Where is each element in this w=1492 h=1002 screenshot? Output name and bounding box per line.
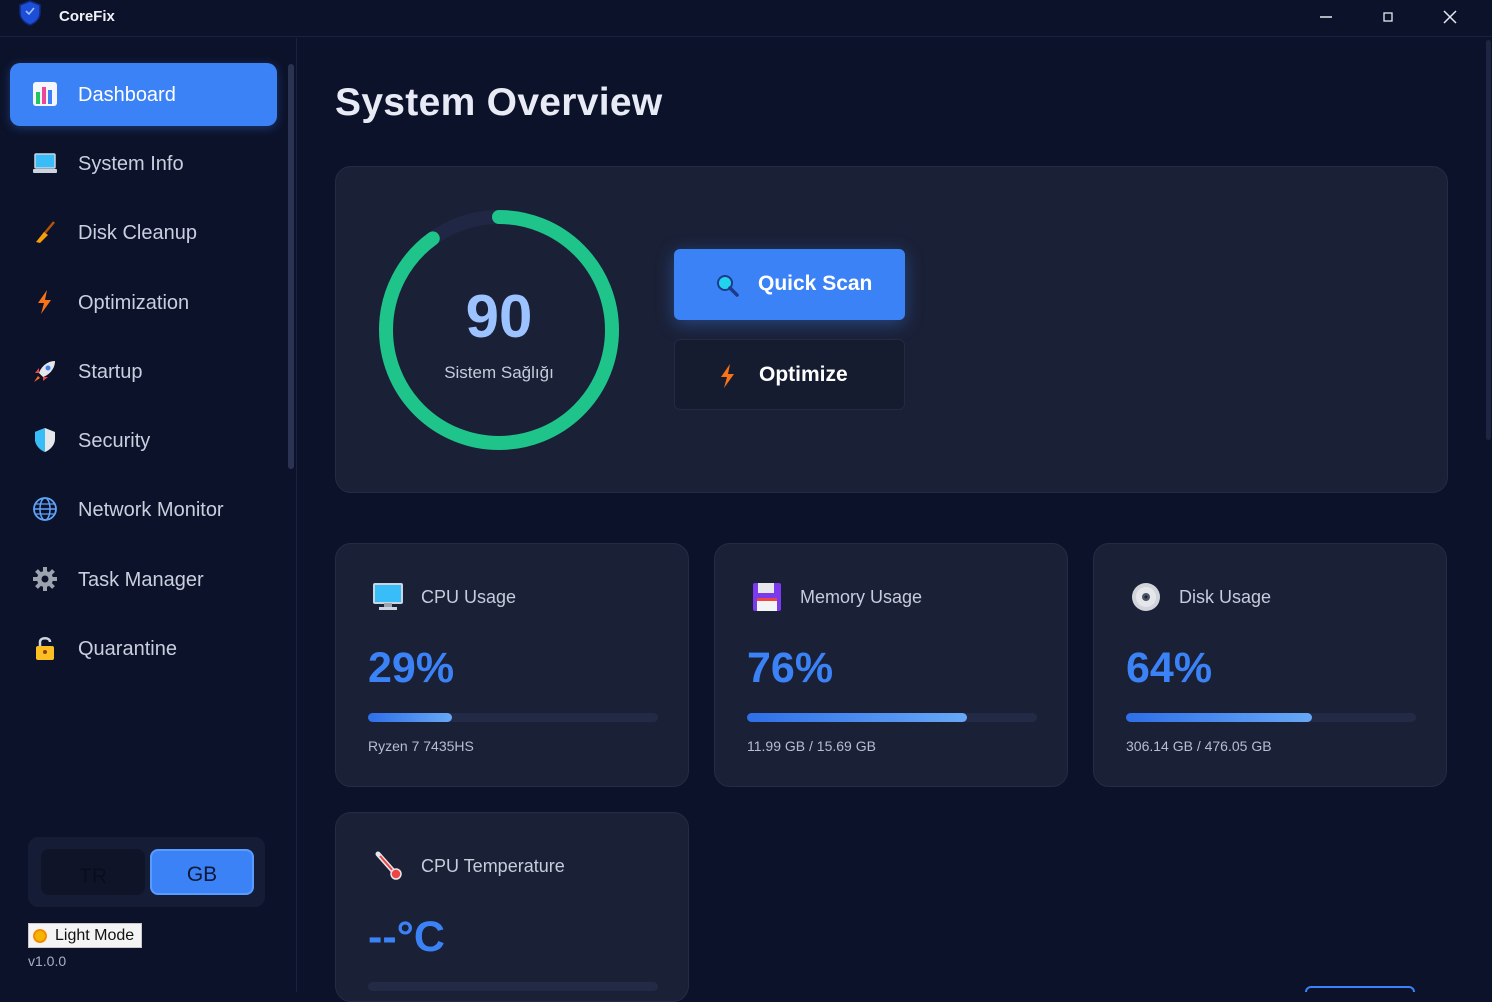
card-title: Disk Usage [1179,587,1272,607]
close-icon [1443,10,1457,24]
title-bar: CoreFix [0,0,1492,37]
minimize-button[interactable] [1306,4,1346,30]
sidebar-item-label: Network Monitor [78,499,224,521]
card-title: CPU Temperature [421,856,565,876]
card-subtitle: 11.99 GB / 15.69 GB [747,738,876,754]
gear-icon [33,567,57,591]
sidebar-item-label: Task Manager [78,569,204,591]
card-value: --°C [368,913,445,961]
optimize-label: Optimize [759,363,848,386]
card-subtitle: 306.14 GB / 476.05 GB [1126,738,1272,754]
sidebar-item-network-monitor[interactable]: Network Monitor [10,478,277,541]
sidebar-item-label: Optimization [78,292,190,314]
maximize-button[interactable] [1368,4,1408,30]
disk-usage-card: Disk Usage 64% 306.14 GB / 476.05 GB [1093,543,1447,787]
usage-bar [368,982,658,991]
magnifier-icon [717,275,739,297]
cpu-usage-card: CPU Usage 29% Ryzen 7 7435HS [335,543,689,787]
app-title: CoreFix [59,8,115,25]
language-switcher: TR GB [28,837,265,907]
main-scrollbar[interactable] [1486,40,1491,440]
app-logo-shield-icon [19,0,41,26]
usage-bar [747,713,1037,722]
health-label: Sistem Sağlığı [444,363,554,382]
rocket-icon [34,361,55,382]
sidebar-item-dashboard[interactable]: Dashboard [10,63,277,126]
usage-bar-fill [1126,713,1312,722]
memory-usage-card: Memory Usage 76% 11.99 GB / 15.69 GB [714,543,1068,787]
laptop-icon [33,153,57,173]
optimize-button[interactable]: Optimize [674,339,905,410]
usage-bar-fill [368,713,453,722]
sidebar: Dashboard System Info Disk Cleanup Optim… [0,38,297,992]
offscreen-card-edge [1305,986,1415,992]
card-value: 76% [747,644,834,692]
shield-icon [35,428,55,452]
close-button[interactable] [1430,4,1470,30]
quick-scan-button[interactable]: Quick Scan [674,249,905,320]
maximize-icon [1383,12,1393,22]
sun-icon [33,928,47,943]
lightning-icon [721,364,734,388]
minimize-icon [1320,16,1332,18]
usage-bar [1126,713,1416,722]
card-value: 29% [368,644,455,692]
quick-scan-label: Quick Scan [758,272,873,295]
floppy-disk-icon [753,583,781,611]
usage-bar [368,713,658,722]
sidebar-item-label: Disk Cleanup [78,222,197,244]
sidebar-item-label: Dashboard [78,84,176,106]
sidebar-item-label: Startup [78,361,143,383]
sidebar-item-disk-cleanup[interactable]: Disk Cleanup [10,201,277,264]
health-panel: 90 Sistem Sağlığı Quick Scan Optimize [335,166,1448,493]
sidebar-item-security[interactable]: Security [10,409,277,472]
language-tr-button[interactable]: TR [41,849,145,895]
card-title: Memory Usage [800,587,923,607]
monitor-icon [373,583,403,610]
lock-icon [36,637,54,660]
app-version: v1.0.0 [28,953,67,969]
card-subtitle: Ryzen 7 7435HS [368,738,474,754]
dashboard-chart-icon [33,82,57,106]
card-title: CPU Usage [421,587,517,607]
page-title: System Overview [335,81,663,124]
thermometer-icon [375,851,402,880]
cpu-temperature-card: CPU Temperature --°C [335,812,689,1002]
health-score: 90 [465,283,533,350]
light-mode-button[interactable]: Light Mode [28,923,142,948]
light-mode-label: Light Mode [55,926,135,944]
sidebar-item-quarantine[interactable]: Quarantine [10,617,277,680]
card-value: 64% [1126,644,1213,692]
sidebar-item-system-info[interactable]: System Info [10,132,277,195]
sidebar-scrollbar[interactable] [288,64,294,469]
usage-bar-fill [747,713,968,722]
globe-icon [33,497,57,521]
lightning-icon [38,290,51,314]
sidebar-item-label: System Info [78,153,184,175]
language-gb-button[interactable]: GB [150,849,254,895]
sidebar-item-label: Security [78,430,151,452]
sidebar-item-label: Quarantine [78,638,177,660]
sidebar-item-startup[interactable]: Startup [10,340,277,403]
sidebar-item-task-manager[interactable]: Task Manager [10,548,277,611]
optical-disc-icon [1132,583,1160,611]
broom-icon [36,221,55,243]
sidebar-item-optimization[interactable]: Optimization [10,271,277,334]
